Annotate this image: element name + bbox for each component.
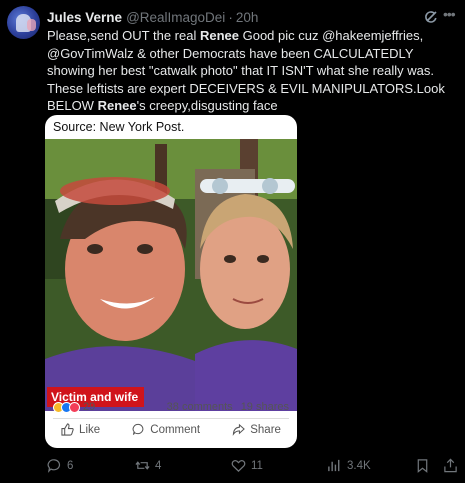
post-text-segment: Please,send OUT the real — [47, 28, 200, 43]
repost-button[interactable]: 4 — [135, 458, 161, 473]
author-avatar[interactable] — [7, 6, 40, 39]
more-options-icon[interactable]: ••• — [443, 6, 456, 22]
mentioned-name: Renee — [199, 28, 239, 43]
views-button[interactable]: 3.4K — [327, 458, 371, 473]
reactions-summary[interactable]: 29 — [53, 401, 95, 413]
like-count: 11 — [251, 459, 263, 472]
bookmark-button[interactable] — [415, 458, 430, 473]
post-text: Please,send OUT the real Renee Good pic … — [47, 27, 459, 115]
post-header: Jules Verne @RealImagoDei · 20h — [47, 8, 258, 26]
post-text-segment: 's creepy,disgusting face — [136, 98, 278, 113]
embedded-image-card[interactable]: Source: New York Post. Victim and wife 2… — [45, 115, 297, 448]
reaction-count: 29 — [83, 401, 96, 413]
repost-icon — [135, 461, 150, 470]
share-arrow-icon — [232, 423, 246, 436]
card-divider — [53, 418, 289, 419]
fb-comment-button: Comment — [132, 423, 200, 436]
reply-icon — [47, 459, 61, 473]
analytics-icon — [328, 459, 340, 472]
grok-icon[interactable] — [423, 9, 439, 25]
card-photo: Victim and wife — [45, 139, 297, 411]
post-time[interactable]: 20h — [236, 10, 259, 25]
thumbs-up-icon — [61, 423, 74, 436]
bookmark-icon — [417, 459, 428, 473]
view-count: 3.4K — [347, 459, 371, 472]
header-separator: · — [228, 9, 233, 25]
reply-button[interactable]: 6 — [47, 458, 73, 473]
card-stats: 38 comments 19 shares — [167, 401, 289, 413]
share-button[interactable] — [443, 458, 458, 473]
shares-count: 19 shares — [240, 401, 289, 413]
fb-share-button: Share — [232, 423, 281, 436]
heart-icon — [231, 459, 246, 472]
comments-count: 38 comments — [166, 401, 233, 413]
love-reaction-icon — [69, 401, 80, 413]
comment-bubble-icon — [132, 423, 144, 435]
author-handle[interactable]: @RealImagoDei — [126, 10, 225, 25]
repost-count: 4 — [155, 459, 162, 472]
card-actions: Like Comment Share — [45, 423, 297, 436]
like-button[interactable]: 11 — [231, 458, 263, 473]
fb-like-button: Like — [61, 423, 100, 436]
reply-count: 6 — [67, 459, 74, 472]
mentioned-name: Renee — [97, 98, 137, 113]
author-name[interactable]: Jules Verne — [47, 10, 122, 25]
card-source: Source: New York Post. — [53, 120, 185, 134]
share-icon — [444, 458, 457, 473]
post-action-bar: 6 4 11 3.4K — [47, 458, 459, 476]
